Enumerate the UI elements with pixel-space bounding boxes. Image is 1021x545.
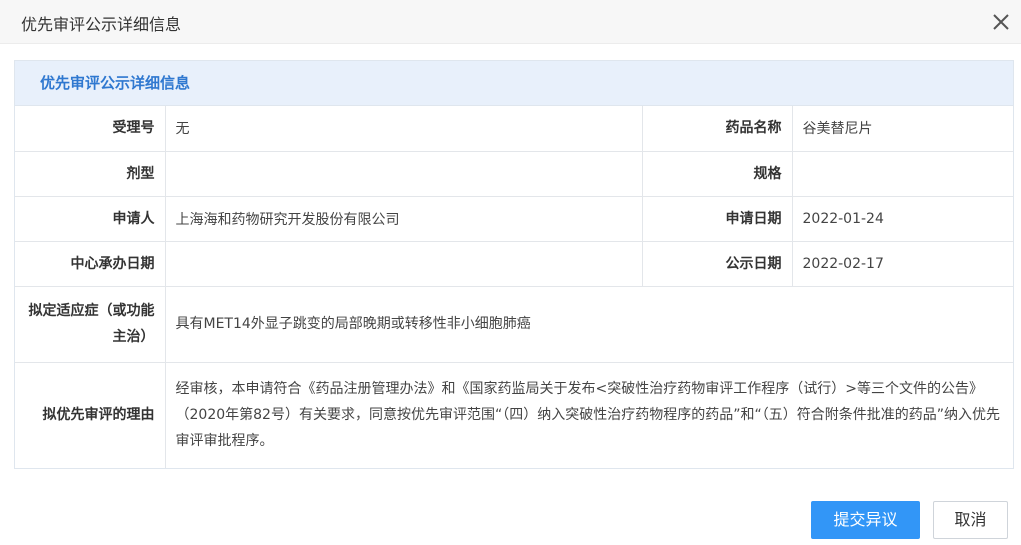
table-row: 受理号 无 药品名称 谷美替尼片 xyxy=(15,106,1013,152)
indication-label: 拟定适应症（或功能主治） xyxy=(15,286,166,363)
detail-table: 受理号 无 药品名称 谷美替尼片 剂型 规格 申请人 上海海和药物研究开发股份有… xyxy=(15,106,1013,468)
center-date-value xyxy=(165,241,643,287)
specification-label: 规格 xyxy=(642,151,793,197)
indication-value: 具有MET14外显子跳变的局部晚期或转移性非小细胞肺癌 xyxy=(165,286,1013,363)
reason-value: 经审核，本申请符合《药品注册管理办法》和《国家药监局关于发布<突破性治疗药物审评… xyxy=(175,381,1000,450)
table-row: 中心承办日期 公示日期 2022-02-17 xyxy=(15,241,1013,287)
publish-date-label: 公示日期 xyxy=(642,241,793,287)
apply-date-label: 申请日期 xyxy=(642,196,793,242)
applicant-label: 申请人 xyxy=(15,196,166,242)
drug-name-label: 药品名称 xyxy=(642,106,793,152)
table-row: 申请人 上海海和药物研究开发股份有限公司 申请日期 2022-01-24 xyxy=(15,196,1013,242)
dialog-titlebar: 优先审评公示详细信息 xyxy=(0,0,1021,44)
reason-label: 拟优先审评的理由 xyxy=(15,362,166,468)
table-row: 拟定适应症（或功能主治） 具有MET14外显子跳变的局部晚期或转移性非小细胞肺癌 xyxy=(15,286,1013,363)
dosage-form-value xyxy=(165,151,643,197)
table-row: 拟优先审评的理由 经审核，本申请符合《药品注册管理办法》和《国家药监局关于发布<… xyxy=(15,362,1013,468)
center-date-label: 中心承办日期 xyxy=(15,241,166,287)
publish-date-value: 2022-02-17 xyxy=(792,241,1013,287)
drug-name-value: 谷美替尼片 xyxy=(792,106,1013,152)
detail-panel: 优先审评公示详细信息 受理号 无 药品名称 谷美替尼片 剂型 规格 申请人 上海… xyxy=(14,60,1014,469)
specification-value xyxy=(792,151,1013,197)
applicant-value: 上海海和药物研究开发股份有限公司 xyxy=(165,196,643,242)
dialog-title: 优先审评公示详细信息 xyxy=(21,15,182,34)
apply-date-value: 2022-01-24 xyxy=(792,196,1013,242)
close-icon[interactable] xyxy=(991,12,1011,32)
table-row: 剂型 规格 xyxy=(15,151,1013,197)
dosage-form-label: 剂型 xyxy=(15,151,166,197)
panel-heading: 优先审评公示详细信息 xyxy=(15,61,1013,106)
acceptance-no-value: 无 xyxy=(165,106,643,152)
submit-objection-button[interactable]: 提交异议 xyxy=(811,501,920,539)
acceptance-no-label: 受理号 xyxy=(15,106,166,152)
cancel-button[interactable]: 取消 xyxy=(933,501,1008,539)
